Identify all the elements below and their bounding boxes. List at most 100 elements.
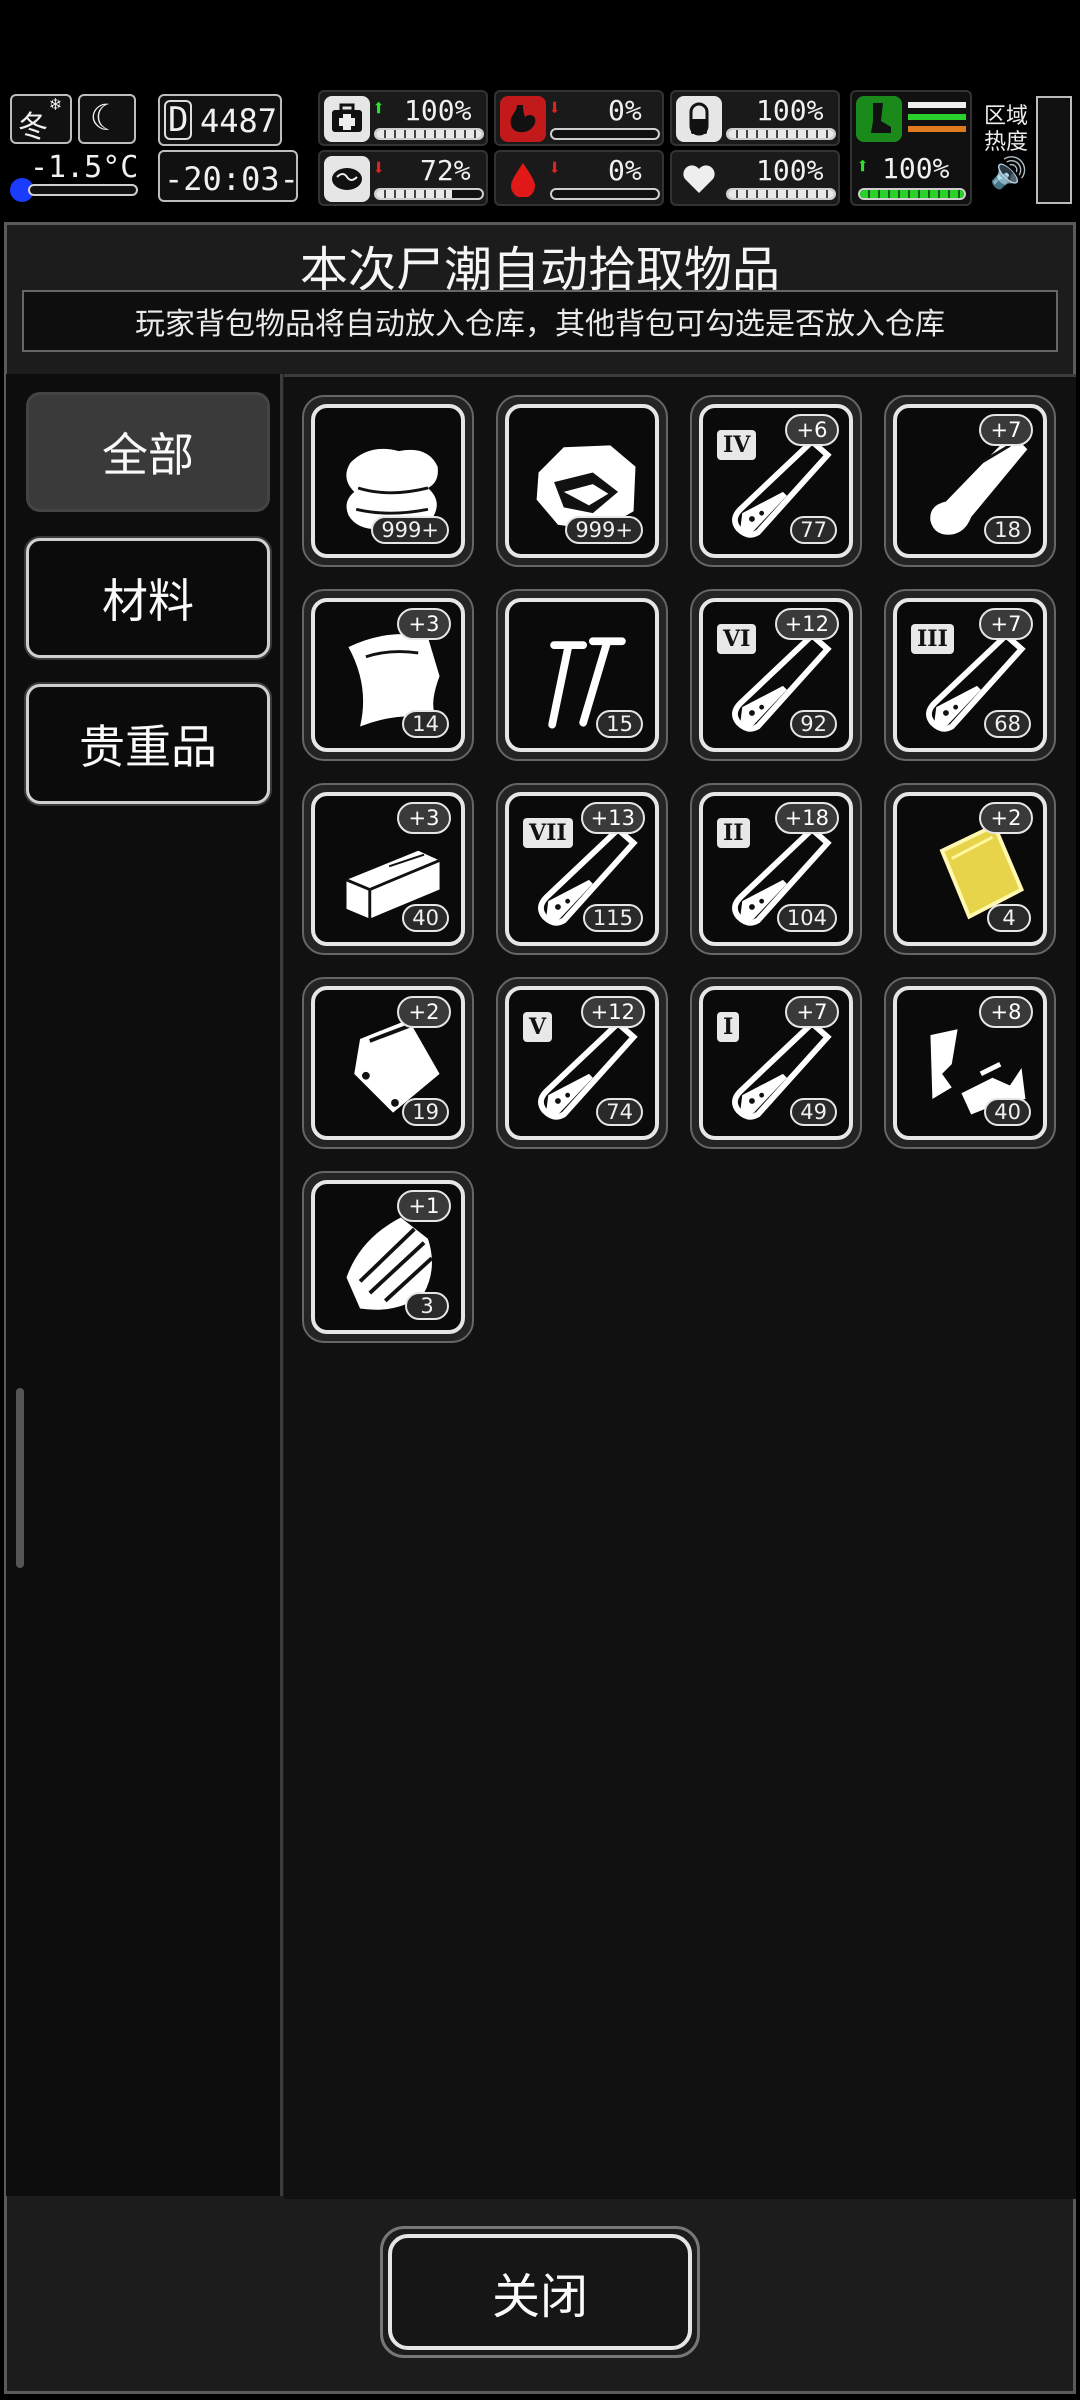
bonus-badge: +12 xyxy=(580,996,645,1028)
pill-stat: 100% xyxy=(670,90,840,146)
tab-valuables[interactable]: 贵重品 xyxy=(26,684,270,804)
leg-icon xyxy=(856,96,902,142)
heart-icon xyxy=(676,156,722,202)
stamina-bar xyxy=(858,188,966,200)
item-grid: 999+ 999+ IV +6 77 +7 18 +3 14 15 VI +12 92 III +7 68 +3… xyxy=(284,374,1076,2199)
item-frame: +3 40 xyxy=(311,792,465,946)
item-slot[interactable]: II +18 104 xyxy=(690,783,862,955)
speaker-icon[interactable]: 🔊 xyxy=(990,156,1027,191)
item-slot[interactable]: +3 40 xyxy=(302,783,474,955)
item-count: 19 xyxy=(402,1098,449,1126)
item-count: 18 xyxy=(984,516,1031,544)
pill-value: 100% xyxy=(756,94,824,127)
bonus-badge: +2 xyxy=(397,996,451,1028)
hunger-stat: ⬇ 0% xyxy=(494,90,664,146)
season-box: 冬 ❄ xyxy=(10,94,72,145)
serum-grade-label: III xyxy=(911,624,954,654)
hunger-value: 0% xyxy=(608,94,642,127)
blood-drop-icon xyxy=(500,156,546,202)
bonus-badge: +13 xyxy=(580,802,645,834)
item-slot[interactable]: +1 3 xyxy=(302,1171,474,1343)
item-slot[interactable]: +2 19 xyxy=(302,977,474,1149)
health-up-arrow: ⬆ xyxy=(372,96,386,121)
item-frame: I +7 49 xyxy=(699,986,853,1140)
item-slot[interactable]: +2 4 xyxy=(884,783,1056,955)
item-count: 15 xyxy=(596,710,643,738)
item-slot[interactable]: I +7 49 xyxy=(690,977,862,1149)
item-frame: 999+ xyxy=(311,404,465,558)
item-frame: II +18 104 xyxy=(699,792,853,946)
item-frame: VII +13 115 xyxy=(505,792,659,946)
sanity-down-arrow: ⬇ xyxy=(372,156,386,181)
item-count: 999+ xyxy=(565,516,643,544)
item-count: 74 xyxy=(596,1098,643,1126)
serum-grade-label: V xyxy=(523,1012,553,1042)
heart-stat: 100% xyxy=(670,150,840,206)
item-slot[interactable]: III +7 68 xyxy=(884,589,1056,761)
stamina-stripe xyxy=(908,114,966,120)
temperature-readout: -1.5°C xyxy=(30,150,139,185)
item-slot[interactable]: +7 18 xyxy=(884,395,1056,567)
bonus-badge: +2 xyxy=(979,802,1033,834)
tab-all[interactable]: 全部 xyxy=(26,392,270,512)
health-bar xyxy=(374,128,484,140)
bonus-badge: +1 xyxy=(397,1190,451,1222)
item-frame: 999+ xyxy=(505,404,659,558)
dialog-subtitle: 玩家背包物品将自动放入仓库，其他背包可勾选是否放入仓库 xyxy=(22,290,1058,352)
serum-grade-label: VII xyxy=(523,818,573,848)
hunger-down-arrow: ⬇ xyxy=(548,96,562,121)
item-frame: 15 xyxy=(505,598,659,752)
tab-materials[interactable]: 材料 xyxy=(26,538,270,658)
item-count: 14 xyxy=(402,710,449,738)
serum-grade-label: II xyxy=(717,818,750,848)
serum-grade-label: VI xyxy=(717,624,757,654)
item-slot[interactable]: VII +13 115 xyxy=(496,783,668,955)
stamina-stripe xyxy=(908,102,966,108)
item-slot[interactable]: VI +12 92 xyxy=(690,589,862,761)
sanity-bar xyxy=(374,188,484,200)
moon-box: ☾ xyxy=(78,94,136,144)
bonus-badge: +3 xyxy=(397,608,451,640)
close-button[interactable]: 关闭 xyxy=(388,2234,692,2350)
bonus-badge: +3 xyxy=(397,802,451,834)
item-slot[interactable]: +8 40 xyxy=(884,977,1056,1149)
item-count: 999+ xyxy=(371,516,449,544)
clock-time: -20:03- xyxy=(164,160,299,198)
item-count: 3 xyxy=(405,1292,449,1320)
sidebar-scrollbar[interactable] xyxy=(16,1388,24,1568)
stomach-icon xyxy=(500,96,546,142)
thirst-down-arrow: ⬇ xyxy=(548,156,562,181)
stamina-stripe xyxy=(908,126,966,132)
item-slot[interactable]: 999+ xyxy=(496,395,668,567)
day-prefix: D xyxy=(164,100,193,140)
item-count: 92 xyxy=(790,710,837,738)
bonus-badge: +18 xyxy=(774,802,839,834)
stamina-value: 100% xyxy=(882,152,950,185)
item-slot[interactable]: 999+ xyxy=(302,395,474,567)
status-hud: 冬 ❄ ☾ -1.5°C D 4487 -20:03- ⬆ 100% ⬇ 0% … xyxy=(0,90,1080,210)
sanity-value: 72% xyxy=(420,154,471,187)
season-label: 冬 xyxy=(18,110,48,145)
bonus-badge: +7 xyxy=(979,414,1033,446)
item-count: 115 xyxy=(582,904,643,932)
serum-grade-label: I xyxy=(717,1012,740,1042)
item-count: 4 xyxy=(987,904,1031,932)
hunger-bar xyxy=(550,128,660,140)
item-slot[interactable]: 15 xyxy=(496,589,668,761)
pill-bar xyxy=(726,128,836,140)
item-count: 40 xyxy=(984,1098,1031,1126)
thirst-stat: ⬇ 0% xyxy=(494,150,664,206)
moon-icon: ☾ xyxy=(90,98,112,139)
snow-icon: ❄ xyxy=(50,94,61,115)
stamina-up-arrow: ⬆ xyxy=(856,154,870,179)
item-slot[interactable]: V +12 74 xyxy=(496,977,668,1149)
item-frame: +8 40 xyxy=(893,986,1047,1140)
item-frame: +3 14 xyxy=(311,598,465,752)
item-frame: V +12 74 xyxy=(505,986,659,1140)
stamina-stat: ⬆ 100% xyxy=(850,90,972,206)
item-slot[interactable]: +3 14 xyxy=(302,589,474,761)
bonus-badge: +6 xyxy=(785,414,839,446)
health-value: 100% xyxy=(404,94,472,127)
item-frame: +7 18 xyxy=(893,404,1047,558)
item-slot[interactable]: IV +6 77 xyxy=(690,395,862,567)
